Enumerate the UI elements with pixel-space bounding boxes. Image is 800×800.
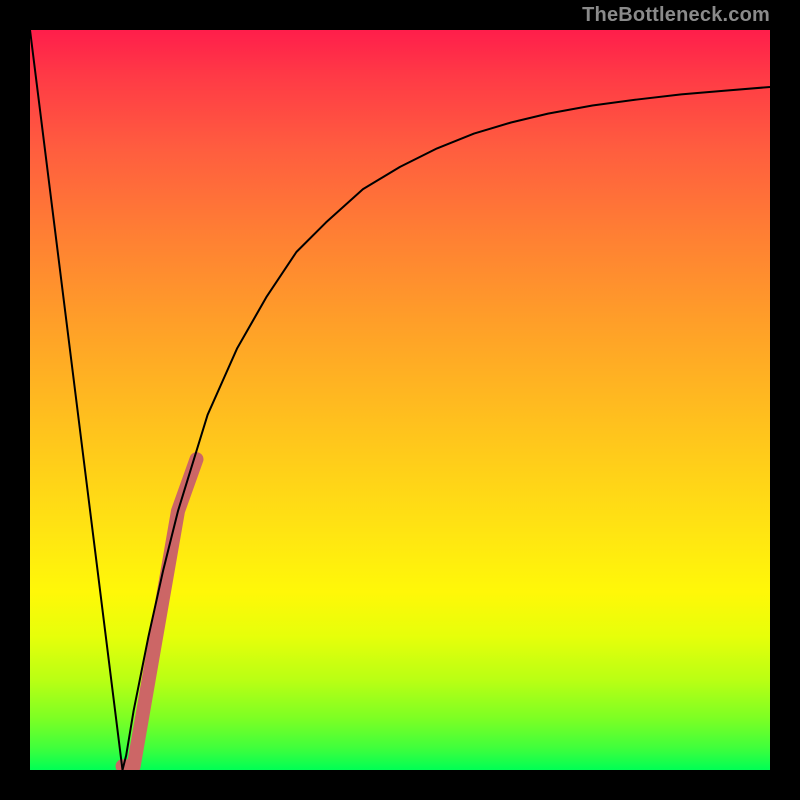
bottleneck-curve (30, 30, 770, 770)
chart-frame: TheBottleneck.com (0, 0, 800, 800)
highlight-segment (123, 459, 197, 766)
plot-area (30, 30, 770, 770)
watermark-text: TheBottleneck.com (582, 4, 770, 27)
curve-layer (30, 30, 770, 770)
